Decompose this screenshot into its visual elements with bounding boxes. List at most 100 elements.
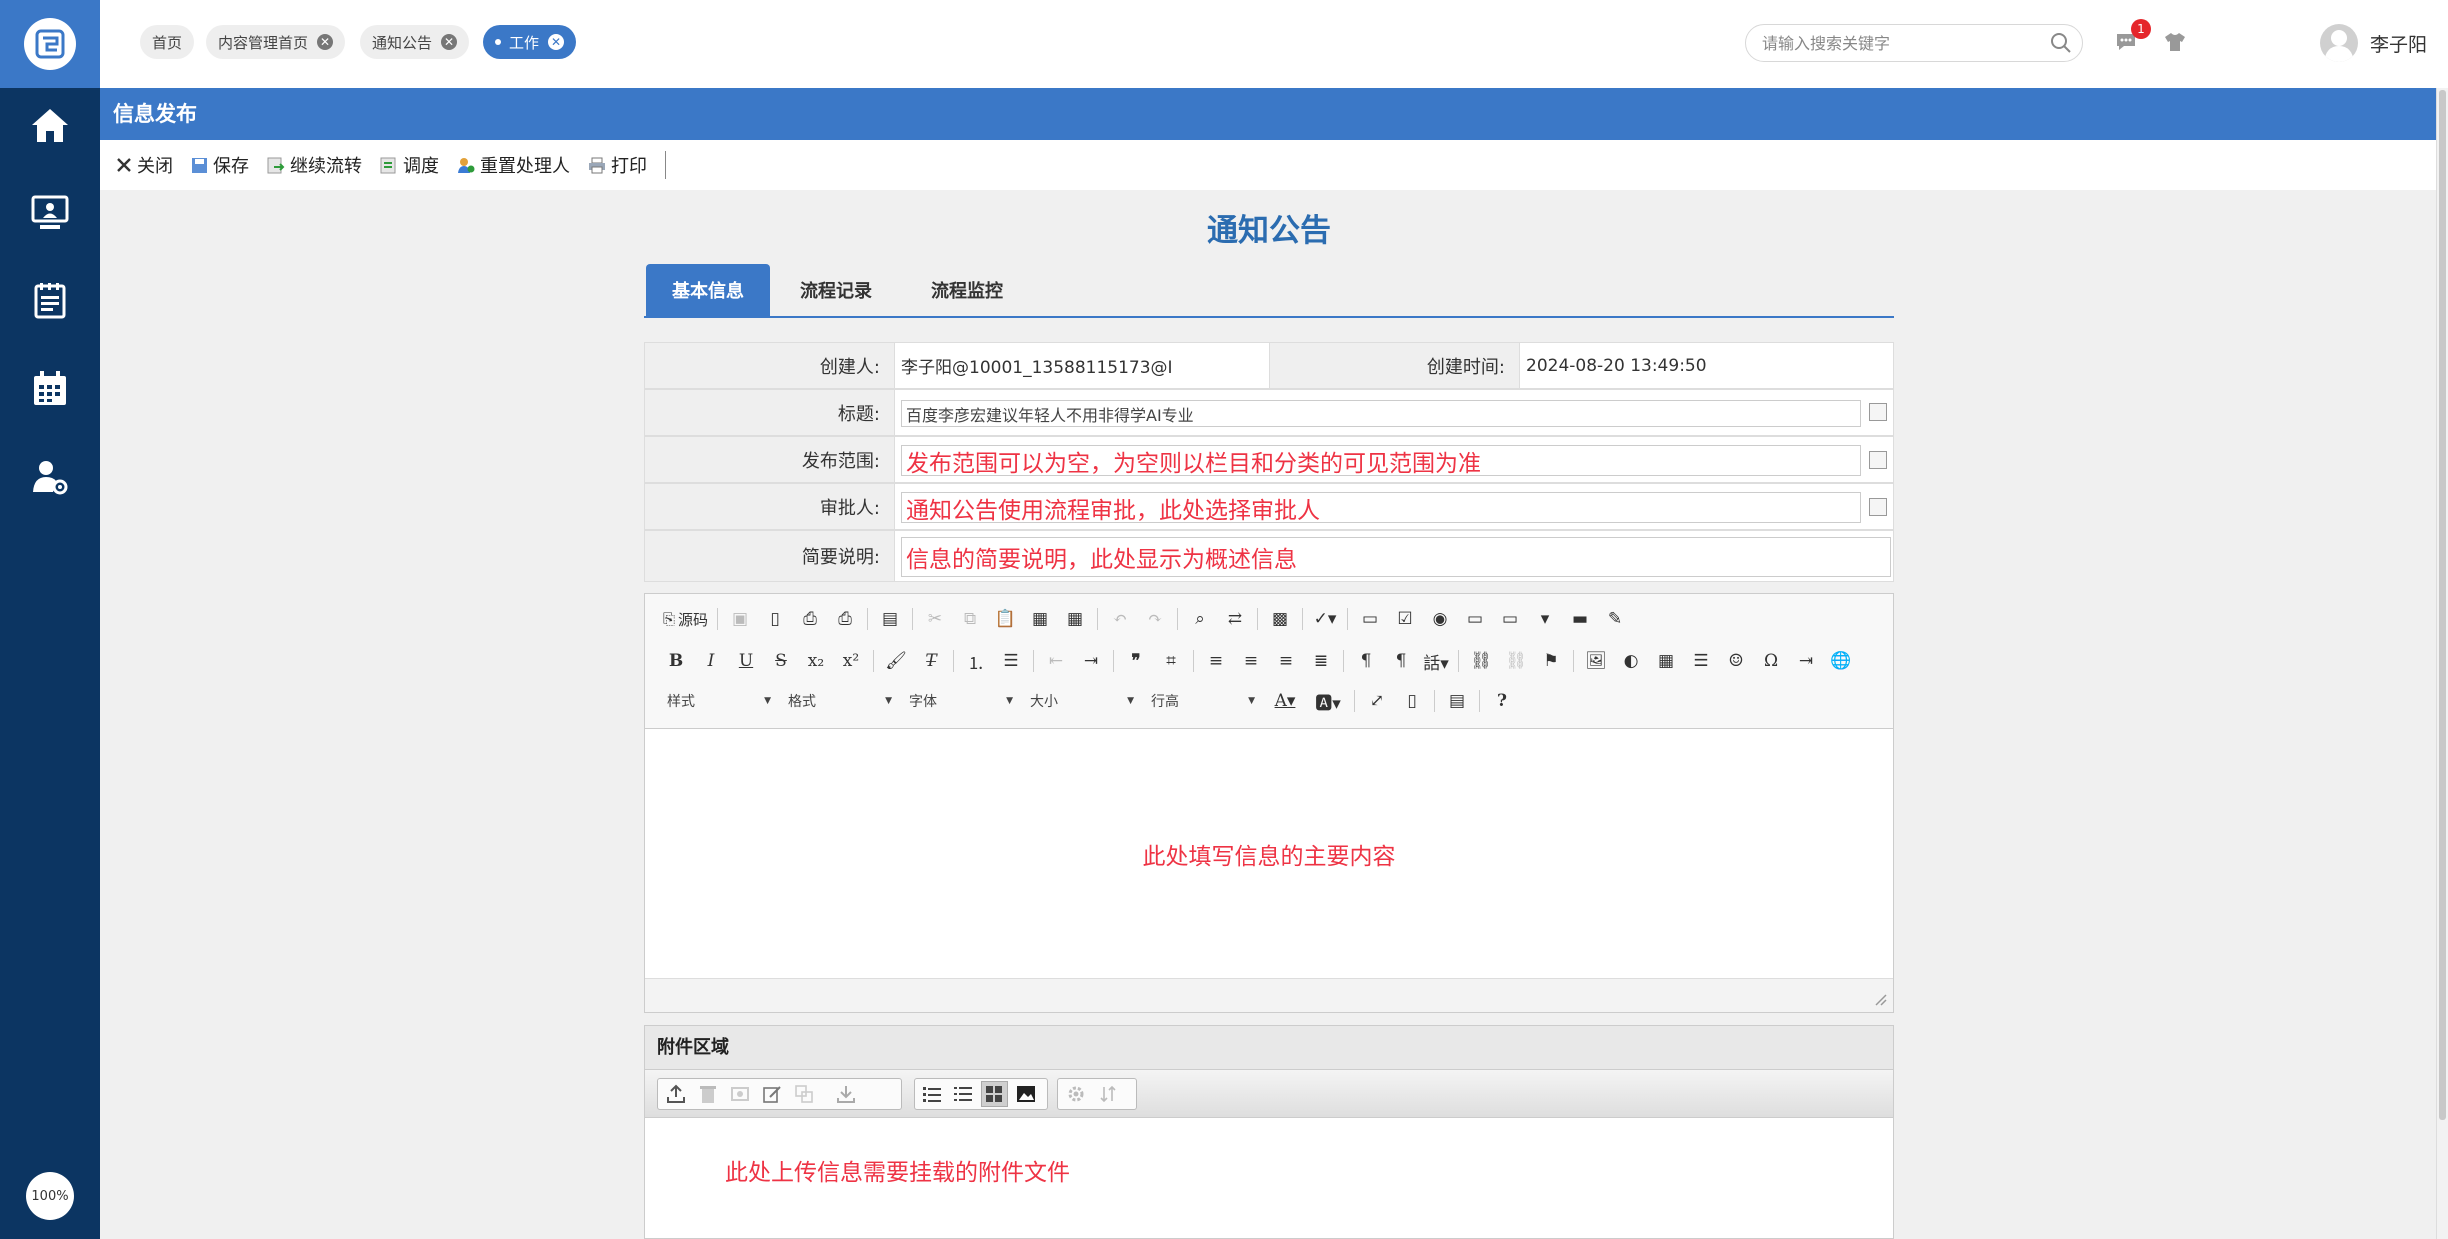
spellcheck-icon[interactable]: ✓▾ <box>1312 606 1338 632</box>
scope-select-icon[interactable] <box>1869 451 1887 469</box>
bulleted-list-icon[interactable]: ☰ <box>998 648 1024 674</box>
cut-icon[interactable]: ✂ <box>922 606 948 632</box>
style-combo[interactable]: 样式 ▼ <box>663 689 775 713</box>
ltr-icon[interactable]: ¶ <box>1353 648 1379 674</box>
zoom-level-badge[interactable]: 100% <box>26 1172 74 1220</box>
thumbnail-view-icon[interactable] <box>1012 1081 1039 1107</box>
line-height-combo[interactable]: 行高 ▼ <box>1147 689 1259 713</box>
select-all-icon[interactable]: ▩ <box>1267 606 1293 632</box>
numbered-list-icon[interactable]: ⒈ <box>963 648 989 674</box>
resize-handle-icon[interactable] <box>1875 994 1887 1006</box>
hidden-field-icon[interactable]: ✎ <box>1602 606 1628 632</box>
outdent-icon[interactable]: ⇤ <box>1043 648 1069 674</box>
scrollbar[interactable] <box>2436 88 2448 1239</box>
new-page-icon[interactable]: ▯ <box>762 606 788 632</box>
underline-icon[interactable]: U <box>733 648 759 674</box>
app-logo[interactable] <box>0 0 100 88</box>
grid-view-icon[interactable] <box>980 1081 1009 1107</box>
help-icon[interactable]: ? <box>1489 688 1515 714</box>
superscript-icon[interactable]: x² <box>838 648 864 674</box>
language-icon[interactable]: 話▾ <box>1423 648 1449 674</box>
image-icon[interactable]: 🖼 <box>1583 648 1609 674</box>
page-break-icon[interactable]: ⇥ <box>1793 648 1819 674</box>
summary-textarea[interactable]: 信息的简要说明，此处显示为概述信息 <box>901 537 1891 577</box>
adjust-button[interactable]: 调度 <box>380 152 439 178</box>
templates-icon[interactable]: ▤ <box>877 606 903 632</box>
flash-icon[interactable]: ◐ <box>1618 648 1644 674</box>
reassign-button[interactable]: 重置处理人 <box>457 152 570 178</box>
undo-icon[interactable]: ↶ <box>1107 606 1133 632</box>
remove-format-icon[interactable]: T̶ <box>918 648 944 674</box>
horizontal-rule-icon[interactable]: ☰ <box>1688 648 1714 674</box>
div-container-icon[interactable]: ⌗ <box>1158 648 1184 674</box>
replace-icon[interactable]: ⇄ <box>1222 606 1248 632</box>
bg-color-icon[interactable]: 🅰▾ <box>1311 688 1345 714</box>
copy-format-icon[interactable]: 🖌 <box>883 648 909 674</box>
notebook-icon[interactable] <box>25 276 75 326</box>
source-button[interactable]: ⎘ 源码 <box>663 606 708 632</box>
tab-home[interactable]: 首页 <box>140 25 195 59</box>
unlink-icon[interactable]: ⛓ <box>1503 648 1529 674</box>
print-button[interactable]: 打印 <box>588 152 647 178</box>
italic-icon[interactable]: I <box>698 648 724 674</box>
approver-input[interactable]: 通知公告使用流程审批，此处选择审批人 <box>901 492 1861 524</box>
search-icon[interactable] <box>2050 32 2072 59</box>
strikethrough-icon[interactable]: S <box>768 648 794 674</box>
preview-icon[interactable]: ⎙ <box>797 606 823 632</box>
theme-shirt-icon[interactable] <box>2164 32 2186 57</box>
save-icon[interactable]: ▣ <box>727 606 753 632</box>
justify-icon[interactable]: ≣ <box>1308 648 1334 674</box>
paste-icon[interactable]: 📋 <box>992 606 1018 632</box>
tab-notice[interactable]: 通知公告 ✕ <box>360 25 470 59</box>
copy-icon[interactable]: ⧉ <box>957 606 983 632</box>
save-button[interactable]: 保存 <box>191 152 249 178</box>
radio-icon[interactable]: ◉ <box>1427 606 1453 632</box>
print-icon[interactable]: ⎙ <box>832 606 858 632</box>
subscript-icon[interactable]: x₂ <box>803 648 829 674</box>
table-icon[interactable]: ▦ <box>1653 648 1679 674</box>
font-combo[interactable]: 字体 ▼ <box>905 689 1017 713</box>
settings-gear-icon[interactable] <box>1062 1081 1090 1107</box>
align-right-icon[interactable]: ≡ <box>1273 648 1299 674</box>
show-blocks-icon[interactable]: ▯ <box>1399 688 1425 714</box>
attachment-drop-area[interactable]: 此处上传信息需要挂载的附件文件 <box>645 1118 1893 1238</box>
sort-icon[interactable] <box>1094 1081 1122 1107</box>
replace-file-icon[interactable] <box>790 1081 818 1107</box>
download-icon[interactable] <box>832 1081 860 1107</box>
scrollbar-thumb[interactable] <box>2439 90 2446 1120</box>
paste-word-icon[interactable]: ▦ <box>1062 606 1088 632</box>
title-check-icon[interactable] <box>1869 403 1887 421</box>
close-icon[interactable]: ✕ <box>441 34 458 50</box>
smiley-icon[interactable]: ☺ <box>1723 648 1749 674</box>
delete-icon[interactable] <box>694 1081 722 1107</box>
user-settings-icon[interactable] <box>25 452 75 502</box>
rtl-icon[interactable]: ¶ <box>1388 648 1414 674</box>
tab-flow-record[interactable]: 流程记录 <box>774 264 898 316</box>
monitor-user-icon[interactable] <box>25 188 75 238</box>
calendar-icon[interactable] <box>25 364 75 414</box>
home-icon[interactable] <box>25 100 75 150</box>
indent-icon[interactable]: ⇥ <box>1078 648 1104 674</box>
user-name[interactable]: 李子阳 <box>2370 30 2427 57</box>
detail-view-icon[interactable] <box>950 1081 977 1107</box>
scope-input[interactable]: 发布范围可以为空，为空则以栏目和分类的可见范围为准 <box>901 445 1861 477</box>
form-icon[interactable]: ▭ <box>1357 606 1383 632</box>
search-input[interactable] <box>1745 24 2083 62</box>
link-icon[interactable]: ⛓ <box>1468 648 1494 674</box>
bold-icon[interactable]: B <box>663 648 689 674</box>
textfield-icon[interactable]: ▭ <box>1462 606 1488 632</box>
align-left-icon[interactable]: ≡ <box>1203 648 1229 674</box>
button-field-icon[interactable]: ▬ <box>1567 606 1593 632</box>
approver-select-icon[interactable] <box>1869 498 1887 516</box>
close-icon[interactable]: ✕ <box>317 34 334 50</box>
continue-flow-button[interactable]: 继续流转 <box>267 152 362 178</box>
list-view-icon[interactable] <box>919 1081 946 1107</box>
anchor-flag-icon[interactable]: ⚑ <box>1538 648 1564 674</box>
edit-icon[interactable] <box>758 1081 786 1107</box>
format-combo[interactable]: 格式 ▼ <box>784 689 896 713</box>
special-char-icon[interactable]: Ω <box>1758 648 1784 674</box>
text-color-icon[interactable]: A▾ <box>1268 688 1302 714</box>
close-button[interactable]: 关闭 <box>116 152 173 178</box>
checkbox-icon[interactable]: ☑ <box>1392 606 1418 632</box>
tab-flow-monitor[interactable]: 流程监控 <box>902 264 1032 316</box>
